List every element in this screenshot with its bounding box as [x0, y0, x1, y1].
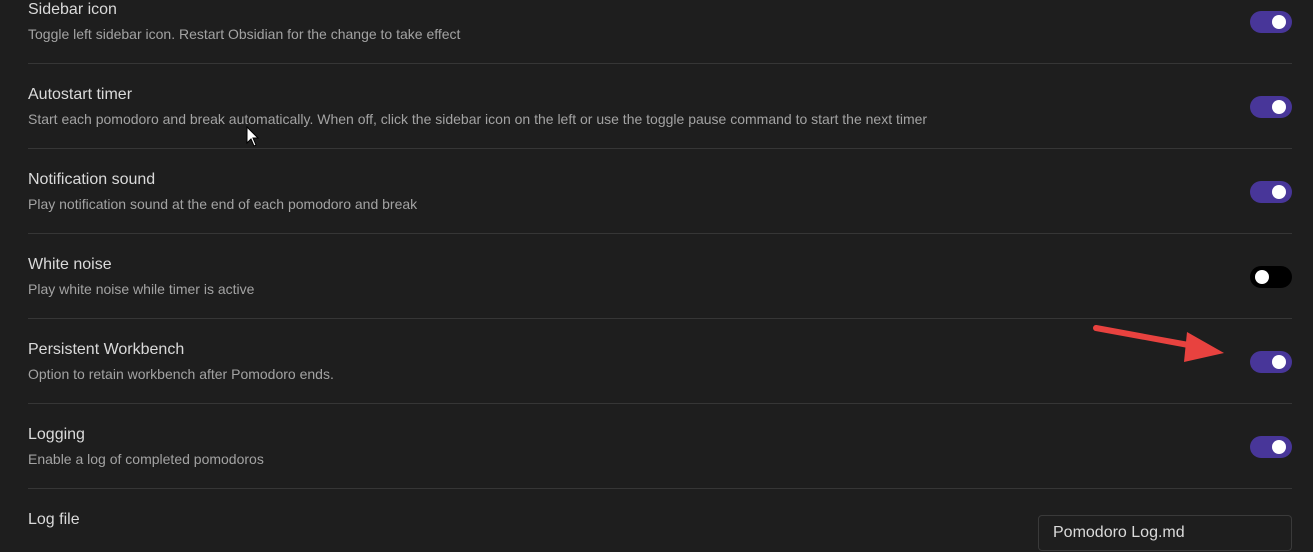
setting-name: Notification sound: [28, 171, 156, 188]
setting-description: Option to retain workbench after Pomodor…: [28, 366, 334, 382]
setting-name: White noise: [28, 256, 112, 273]
setting-logging: Logging Enable a log of completed pomodo…: [28, 404, 1292, 489]
notification-sound-toggle[interactable]: [1250, 181, 1292, 203]
setting-name: Persistent Workbench: [28, 341, 185, 358]
toggle-knob: [1255, 270, 1269, 284]
toggle-knob: [1272, 355, 1286, 369]
setting-log-file: Log file: [28, 489, 1292, 552]
setting-name: Logging: [28, 426, 85, 443]
mouse-pointer-icon: [246, 126, 260, 147]
setting-sidebar-icon: Sidebar icon Toggle left sidebar icon. R…: [28, 0, 1292, 64]
persistent-workbench-toggle[interactable]: [1250, 351, 1292, 373]
settings-panel: Sidebar icon Toggle left sidebar icon. R…: [0, 0, 1313, 552]
setting-autostart-timer: Autostart timer Start each pomodoro and …: [28, 64, 1292, 149]
white-noise-toggle[interactable]: [1250, 266, 1292, 288]
toggle-knob: [1272, 100, 1286, 114]
setting-description: Play white noise while timer is active: [28, 281, 255, 297]
log-file-input[interactable]: [1038, 515, 1292, 551]
setting-name: Log file: [28, 511, 80, 528]
setting-description: Toggle left sidebar icon. Restart Obsidi…: [28, 26, 461, 42]
red-arrow-icon: [1093, 325, 1224, 362]
toggle-knob: [1272, 185, 1286, 199]
setting-description: Play notification sound at the end of ea…: [28, 196, 418, 212]
setting-name: Sidebar icon: [28, 1, 117, 18]
sidebar-icon-toggle[interactable]: [1250, 11, 1292, 33]
autostart-timer-toggle[interactable]: [1250, 96, 1292, 118]
setting-notification-sound: Notification sound Play notification sou…: [28, 149, 1292, 234]
setting-white-noise: White noise Play white noise while timer…: [28, 234, 1292, 319]
toggle-knob: [1272, 440, 1286, 454]
setting-name: Autostart timer: [28, 86, 133, 103]
setting-description: Start each pomodoro and break automatica…: [28, 111, 928, 127]
logging-toggle[interactable]: [1250, 436, 1292, 458]
setting-description: Enable a log of completed pomodoros: [28, 451, 264, 467]
toggle-knob: [1272, 15, 1286, 29]
